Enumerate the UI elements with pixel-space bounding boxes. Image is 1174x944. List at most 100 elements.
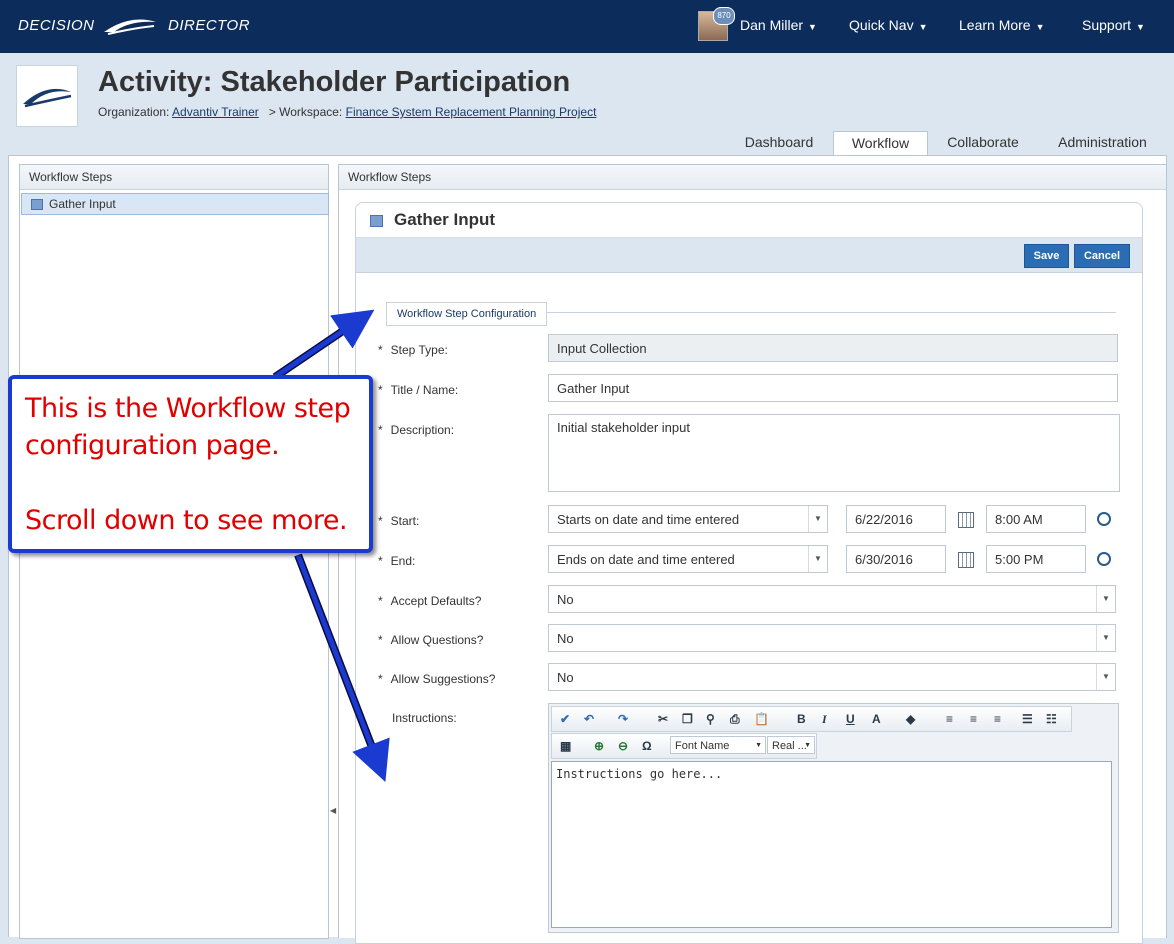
font-color-icon[interactable]: A — [872, 712, 881, 726]
paste-icon[interactable]: 📋 — [754, 712, 769, 726]
font-size-select[interactable]: Real ... ▼ — [767, 736, 815, 754]
align-center-icon[interactable]: ≡ — [970, 712, 977, 726]
highlight-icon[interactable]: ◆ — [906, 712, 915, 726]
calendar-icon[interactable] — [958, 552, 974, 568]
allow-suggestions-select[interactable]: No ▼ — [548, 663, 1116, 691]
notification-badge[interactable]: 870 — [713, 7, 735, 25]
callout-line-1: This is the Workflow step — [25, 393, 351, 424]
tab-dashboard[interactable]: Dashboard — [730, 131, 828, 155]
chevron-down-icon: ▼ — [755, 742, 762, 749]
allow-questions-label-text: Allow Questions? — [390, 633, 484, 647]
bold-icon[interactable]: B — [797, 712, 806, 726]
start-label-text: Start: — [390, 514, 420, 528]
remove-link-icon[interactable]: ⊖ — [618, 739, 628, 753]
tab-collaborate[interactable]: Collaborate — [932, 131, 1034, 155]
chevron-down-icon: ▼ — [1136, 22, 1145, 32]
chevron-down-icon: ▼ — [918, 22, 928, 32]
callout-line-2: configuration page. — [25, 430, 280, 461]
brand-decision: DECISION — [18, 17, 95, 34]
splitter-collapse-icon[interactable]: ◀ — [330, 806, 336, 815]
tree-item-label: Gather Input — [49, 197, 116, 211]
align-right-icon[interactable]: ≡ — [994, 712, 1001, 726]
support-menu[interactable]: Support ▼ — [1082, 17, 1145, 33]
workspace-link[interactable]: Finance System Replacement Planning Proj… — [346, 105, 597, 119]
logo-swoosh-icon — [23, 88, 72, 108]
chevron-down-icon: ▼ — [804, 742, 811, 749]
accept-defaults-label: * Accept Defaults? — [378, 594, 482, 608]
step-type-label-text: Step Type: — [390, 343, 448, 357]
allow-questions-select[interactable]: No ▼ — [548, 624, 1116, 652]
save-button[interactable]: Save — [1024, 244, 1069, 268]
undo-icon[interactable]: ↶ — [584, 712, 594, 726]
description-textarea[interactable]: Initial stakeholder input — [548, 414, 1120, 492]
brand-director: DIRECTOR — [168, 17, 251, 34]
title-input[interactable]: Gather Input — [548, 374, 1118, 402]
start-time-input[interactable]: 8:00 AM — [986, 505, 1086, 533]
breadcrumb: Organization: Advantiv Trainer > Workspa… — [98, 105, 596, 119]
spellcheck-icon[interactable]: ✔ — [560, 712, 570, 726]
accept-defaults-label-text: Accept Defaults? — [390, 594, 482, 608]
chevron-down-icon: ▼ — [808, 546, 827, 572]
special-char-icon[interactable]: Ω — [642, 739, 652, 753]
font-name-select[interactable]: Font Name ▼ — [670, 736, 766, 754]
accept-defaults-value: No — [557, 592, 574, 607]
chevron-down-icon: ▼ — [1096, 586, 1115, 612]
italic-icon[interactable]: I — [822, 712, 827, 727]
end-time-input[interactable]: 5:00 PM — [986, 545, 1086, 573]
learn-more-menu[interactable]: Learn More ▼ — [959, 17, 1045, 33]
table-icon[interactable]: ▦ — [560, 739, 571, 753]
clock-icon[interactable] — [1097, 552, 1111, 566]
chevron-down-icon: ▼ — [1035, 22, 1045, 32]
card-title: Gather Input — [356, 203, 1142, 238]
chevron-down-icon: ▼ — [1096, 625, 1115, 651]
insert-link-icon[interactable]: ⊕ — [594, 739, 604, 753]
end-date-input[interactable]: 6/30/2016 — [846, 545, 946, 573]
calendar-icon[interactable] — [958, 512, 974, 528]
redo-icon[interactable]: ↷ — [618, 712, 628, 726]
font-size-value: Real ... — [772, 740, 807, 752]
quick-nav-menu[interactable]: Quick Nav ▼ — [849, 17, 928, 33]
callout-spacer — [25, 464, 356, 502]
start-mode-value: Starts on date and time entered — [557, 512, 740, 527]
editor-toolbar-row-2: ▦ ⊕ ⊖ Ω Font Name ▼ Real ... ▼ — [551, 733, 817, 759]
end-mode-select[interactable]: Ends on date and time entered ▼ — [548, 545, 828, 573]
clock-icon[interactable] — [1097, 512, 1111, 526]
font-name-value: Font Name — [675, 740, 730, 752]
cancel-button[interactable]: Cancel — [1074, 244, 1130, 268]
allow-suggestions-label: * Allow Suggestions? — [378, 672, 496, 686]
annotation-callout: This is the Workflow step configuration … — [8, 375, 373, 553]
top-navbar: DECISION DIRECTOR 870 Dan Miller ▼ Quick … — [0, 0, 1174, 53]
support-label: Support — [1082, 17, 1132, 33]
accept-defaults-select[interactable]: No ▼ — [548, 585, 1116, 613]
step-card: Gather Input Save Cancel Workflow Step C… — [355, 202, 1143, 944]
user-menu[interactable]: Dan Miller ▼ — [740, 17, 817, 33]
card-title-text: Gather Input — [394, 210, 496, 229]
step-icon — [370, 214, 383, 227]
action-bar: Save Cancel — [356, 238, 1142, 273]
page-title: Activity: Stakeholder Participation — [98, 66, 571, 98]
allow-questions-label: * Allow Questions? — [378, 633, 484, 647]
chevron-down-icon: ▼ — [808, 22, 817, 32]
numbered-list-icon[interactable]: ☷ — [1046, 712, 1057, 726]
print-icon[interactable]: ⎙ — [730, 712, 740, 727]
align-left-icon[interactable]: ≡ — [946, 712, 953, 726]
user-name: Dan Miller — [740, 17, 804, 33]
tree-item-gather-input[interactable]: Gather Input — [21, 193, 329, 215]
chevron-down-icon: ▼ — [1096, 664, 1115, 690]
tab-workflow[interactable]: Workflow — [833, 131, 928, 156]
find-icon[interactable]: ⚲ — [706, 712, 715, 726]
cut-icon[interactable]: ✂ — [658, 712, 668, 726]
copy-icon[interactable]: ❐ — [682, 712, 693, 726]
left-panel-header: Workflow Steps — [20, 165, 328, 190]
start-mode-select[interactable]: Starts on date and time entered ▼ — [548, 505, 828, 533]
start-date-input[interactable]: 6/22/2016 — [846, 505, 946, 533]
bullet-list-icon[interactable]: ☰ — [1022, 712, 1033, 726]
tab-administration[interactable]: Administration — [1040, 131, 1165, 155]
underline-icon[interactable]: U — [846, 712, 855, 726]
org-link[interactable]: Advantiv Trainer — [172, 105, 259, 119]
instructions-editor-area[interactable]: Instructions go here... — [551, 761, 1112, 928]
end-label: * End: — [378, 554, 416, 568]
step-type-field: Input Collection — [548, 334, 1118, 362]
allow-suggestions-value: No — [557, 670, 574, 685]
allow-suggestions-label-text: Allow Suggestions? — [390, 672, 496, 686]
